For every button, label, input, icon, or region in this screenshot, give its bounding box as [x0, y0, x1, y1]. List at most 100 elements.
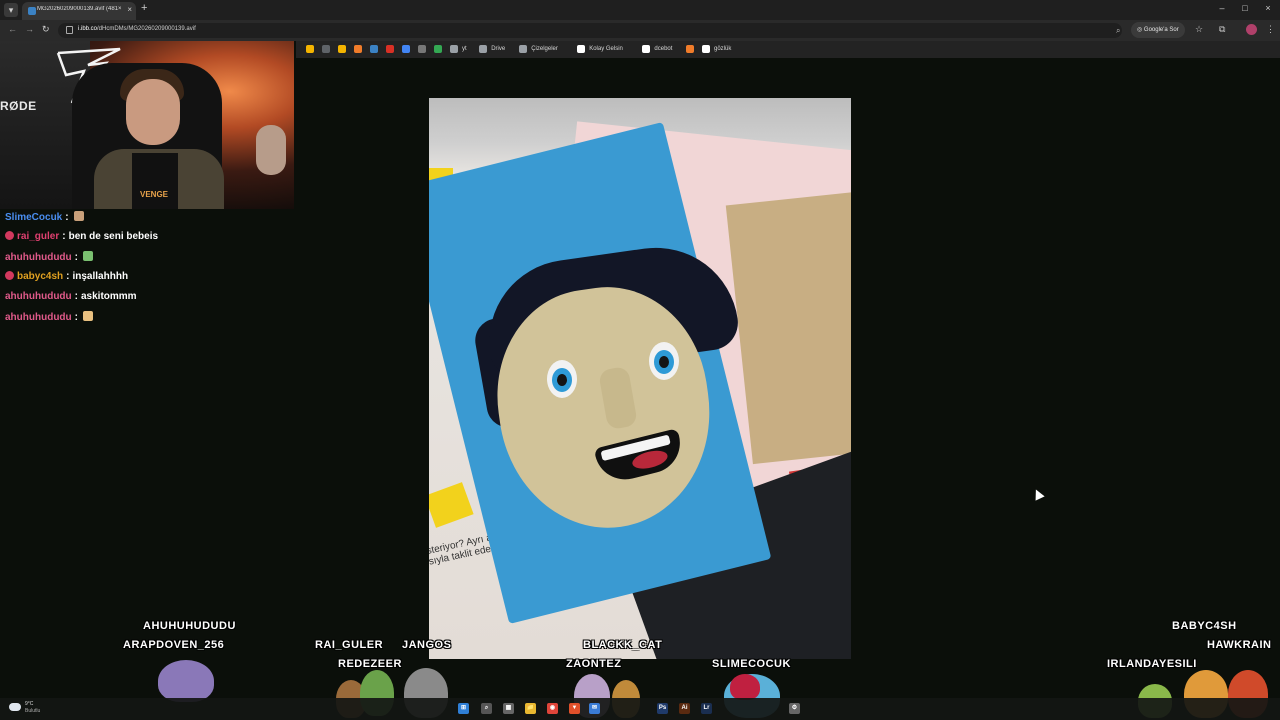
site-info-icon[interactable] [66, 26, 73, 34]
close-window-button[interactable]: × [1261, 3, 1275, 13]
right-iris [654, 350, 674, 374]
minimize-button[interactable]: – [1215, 3, 1229, 13]
bookmark-favicon-icon[interactable] [577, 45, 586, 53]
taskbar-app-icon[interactable]: Lr [701, 703, 712, 714]
taskbar-app-icon[interactable]: ◉ [547, 703, 558, 714]
chat-separator: : [74, 252, 78, 263]
chat-separator: : [74, 312, 78, 323]
taskbar-app-icon[interactable]: ✉ [589, 703, 600, 714]
viewer-name: IRLANDAYESILI [1107, 658, 1197, 670]
mouse-cursor-icon [1031, 487, 1045, 501]
plush-toy [256, 125, 286, 175]
chat-message: ahuhuhududu: [5, 251, 291, 271]
taskbar-app-icon[interactable]: 📁 [525, 703, 536, 714]
weather-description[interactable]: Bulutlu [25, 708, 40, 714]
left-eye [547, 360, 577, 398]
address-bar[interactable]: i.ibb.co/dHcmDMs/MG20260209000139.avif ⌕ [58, 23, 1122, 38]
bookmark-favicon-icon[interactable] [642, 45, 651, 53]
bookmark-favicon-icon[interactable] [322, 45, 330, 53]
bookmark-favicon-icon[interactable] [686, 45, 694, 53]
tab-title: MG20260209000139.avif (481× [37, 6, 122, 12]
creature-sprite [158, 660, 214, 702]
creature-sprite [730, 674, 760, 700]
bookmark-favicon-icon[interactable] [386, 45, 394, 53]
new-tab-button[interactable]: + [141, 2, 147, 14]
weather-temperature[interactable]: 9°C [25, 701, 33, 707]
active-tab[interactable]: MG20260209000139.avif (481× × [22, 2, 136, 20]
profile-avatar[interactable] [1246, 24, 1257, 35]
taskbar-app-icon[interactable]: ⊞ [458, 703, 469, 714]
displayed-image: steriyor? Ayrı ay sıyla taklit edelim [429, 98, 851, 659]
bookmark-label[interactable]: gözlük [714, 46, 731, 52]
browser-tab-bar: ▾ MG20260209000139.avif (481× × + – □ × [0, 0, 1280, 20]
windows-taskbar: 9°C Bulutlu ⊞ ⌕ ▦ 📁 ◉ ▼ ✉ Ps Ai Lr ⚙ [0, 698, 1280, 720]
taskbar-app-icon[interactable]: Ps [657, 703, 668, 714]
chat-separator: : [62, 231, 66, 242]
viewer-name: JANGOS [402, 639, 452, 651]
taskbar-app-icon[interactable]: ▼ [569, 703, 580, 714]
taskbar-app-icon[interactable]: Ai [679, 703, 690, 714]
tab-close-icon[interactable]: × [127, 5, 132, 14]
chat-username: rai_guler [17, 231, 60, 242]
cloud-icon[interactable] [9, 703, 21, 711]
viewer-name: SLIMECOCUK [712, 658, 791, 670]
browser-toolbar: ← → ↻ i.ibb.co/dHcmDMs/MG20260209000139.… [0, 20, 1280, 41]
yellow-felt-lower [429, 482, 474, 528]
chat-separator: : [74, 291, 78, 302]
subscriber-badge-icon [5, 271, 14, 280]
chat-username: ahuhuhududu [5, 252, 72, 263]
bookmark-label[interactable]: Drive [491, 46, 505, 52]
bookmark-star-icon[interactable]: ☆ [1195, 24, 1203, 35]
maximize-button[interactable]: □ [1238, 3, 1252, 13]
viewer-name: BLACKK_CAT [583, 639, 663, 651]
chat-separator: : [66, 271, 70, 282]
chat-username: ahuhuhududu [5, 291, 72, 302]
bookmark-favicon-icon[interactable] [434, 45, 442, 53]
chat-message: rai_guler: ben de seni bebeis [5, 231, 291, 251]
bookmark-label[interactable]: Çizelgeler [531, 46, 558, 52]
chat-username: babyc4sh [17, 271, 64, 282]
url-text[interactable]: i.ibb.co/dHcmDMs/MG20260209000139.avif [78, 26, 196, 32]
bookmark-favicon-icon[interactable] [702, 45, 710, 53]
google-lens-button[interactable]: ◎ Google'a Sor [1131, 22, 1185, 38]
chat-text: inşallahhhh [72, 271, 129, 282]
bookmark-label[interactable]: Kolay Gelsin [589, 46, 623, 52]
viewer-name: BABYC4SH [1172, 620, 1237, 632]
viewer-name: AHUHUHUDUDU [143, 620, 236, 632]
viewer-name: REDEZEER [338, 658, 402, 670]
lens-label: Google'a Sor [1143, 27, 1179, 33]
bookmark-favicon-icon[interactable] [370, 45, 378, 53]
taskbar-app-icon[interactable]: ▦ [503, 703, 514, 714]
chat-message: babyc4sh: inşallahhhh [5, 271, 291, 291]
bookmark-favicon-icon[interactable] [402, 45, 410, 53]
back-arrow-icon[interactable]: ← [8, 24, 17, 34]
chat-emote-icon [83, 311, 93, 321]
bookmark-label[interactable]: yt [462, 46, 467, 52]
tab-search-icon[interactable]: ▾ [4, 3, 18, 17]
bookmark-favicon-icon[interactable] [479, 45, 488, 53]
bookmark-favicon-icon[interactable] [354, 45, 362, 53]
reload-icon[interactable]: ↻ [42, 24, 50, 35]
bookmark-label[interactable]: dcebot [654, 46, 672, 52]
viewer-name: ARAPDOVEN_256 [123, 639, 225, 651]
mic-brand-text: RØDE [0, 99, 37, 113]
forward-arrow-icon[interactable]: → [25, 24, 34, 34]
bookmark-favicon-icon[interactable] [306, 45, 314, 53]
taskbar-app-icon[interactable]: ⌕ [481, 703, 492, 714]
menu-icon[interactable]: ⋮ [1266, 24, 1275, 35]
image-favicon-icon [28, 7, 36, 15]
bookmark-favicon-icon[interactable] [418, 45, 426, 53]
bookmark-favicon-icon[interactable] [338, 45, 346, 53]
streamer-head [126, 79, 180, 145]
bookmark-favicon-icon[interactable] [450, 45, 458, 53]
chat-emote-icon [83, 251, 93, 261]
zoom-icon[interactable]: ⌕ [1116, 26, 1120, 36]
left-pupil [557, 374, 567, 386]
chat-message: ahuhuhududu: [5, 311, 291, 331]
chat-message: ahuhuhududu: askitommm [5, 291, 291, 311]
right-pupil [659, 356, 669, 368]
taskbar-app-icon[interactable]: ⚙ [789, 703, 800, 714]
bookmark-favicon-icon[interactable] [519, 45, 528, 53]
extensions-icon[interactable]: ⧉ [1219, 24, 1225, 35]
streamer-shirt [132, 153, 178, 209]
